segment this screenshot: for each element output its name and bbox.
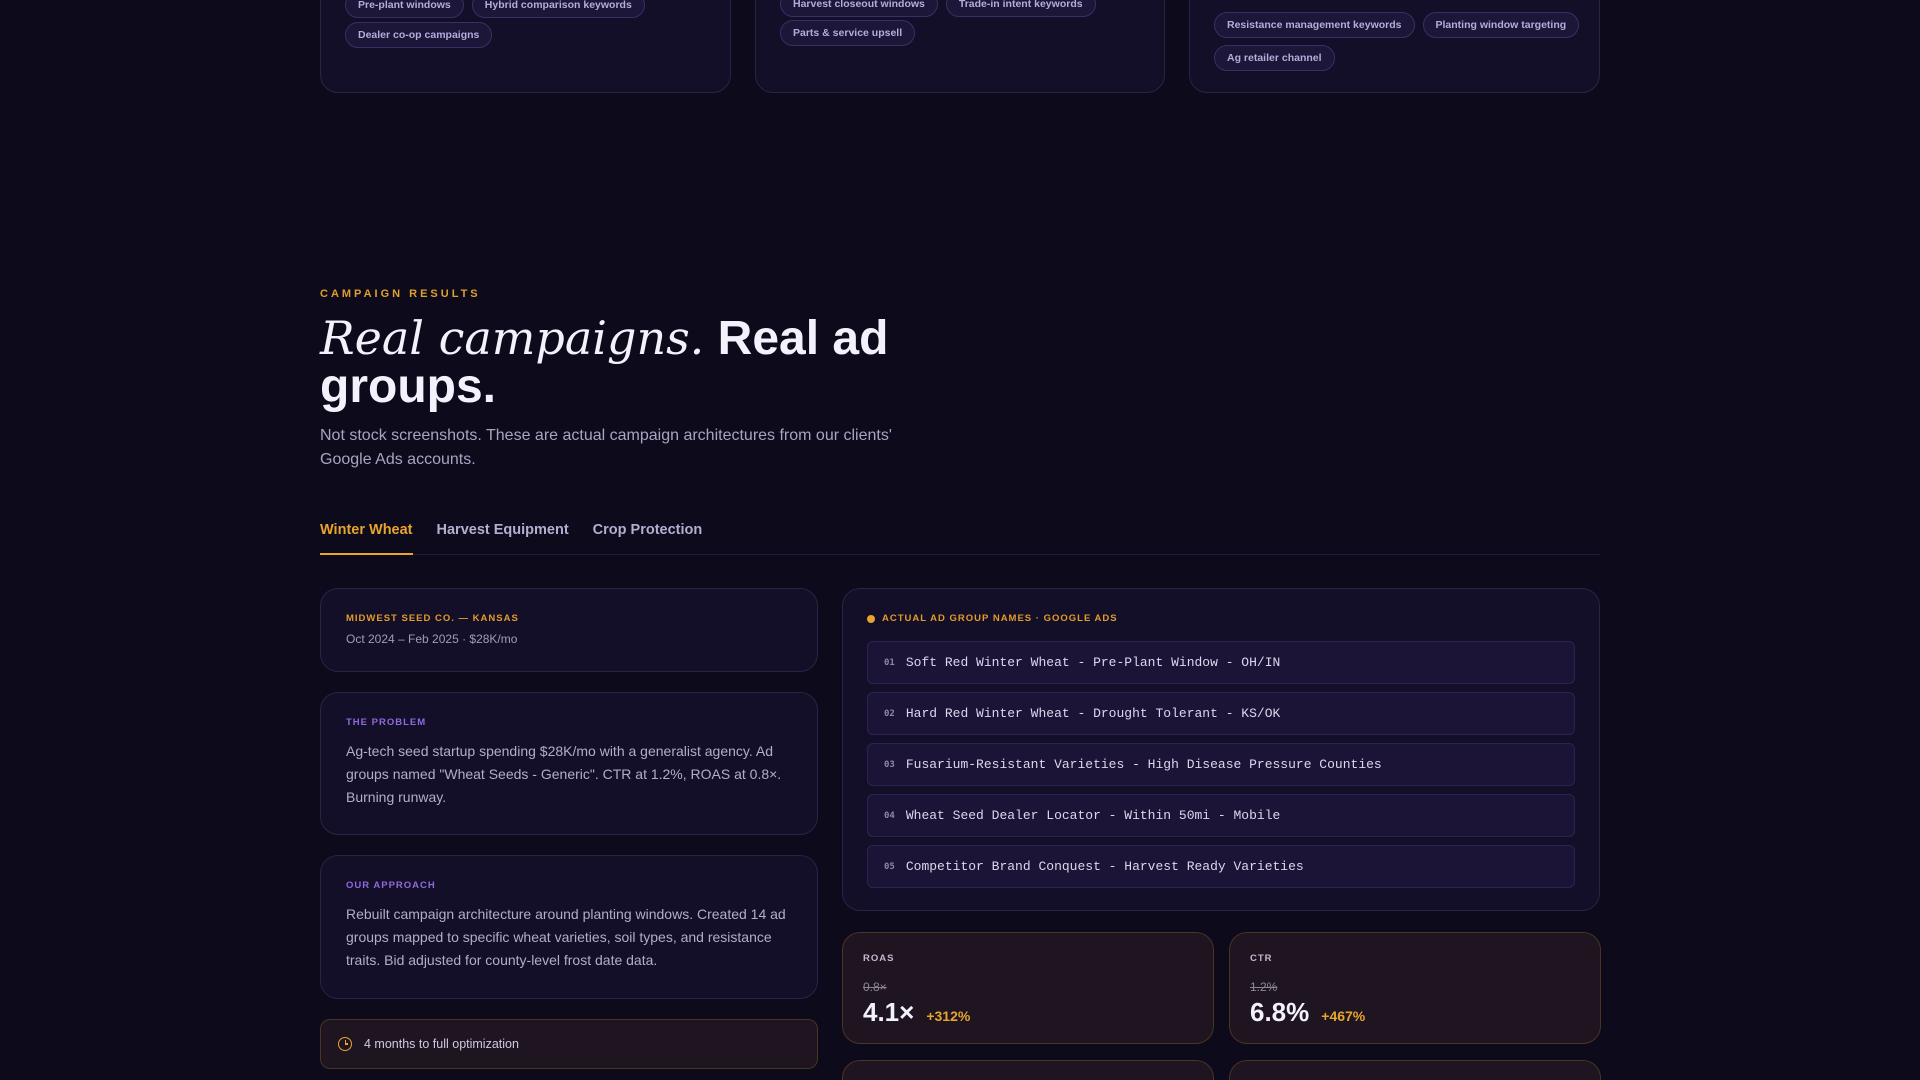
- client-card: MIDWEST SEED CO. — KANSAS Oct 2024 – Feb…: [320, 588, 818, 672]
- approach-label: OUR APPROACH: [346, 880, 436, 891]
- metric-delta: +467%: [1321, 1008, 1366, 1024]
- ad-group-number: 05: [884, 861, 895, 872]
- client-label: MIDWEST SEED CO. — KANSAS: [346, 613, 519, 624]
- status-dot-icon: [867, 614, 875, 623]
- approach-card: OUR APPROACH Rebuilt campaign architectu…: [320, 855, 818, 999]
- chip: Harvest closeout windows: [780, 0, 938, 17]
- clock-icon: [338, 1037, 352, 1051]
- ad-groups-header: ACTUAL AD GROUP NAMES · GOOGLE ADS: [867, 613, 1575, 624]
- list-item: 03 Fusarium-Resistant Varieties - High D…: [867, 743, 1575, 786]
- list-item: 02 Hard Red Winter Wheat - Drought Toler…: [867, 692, 1575, 735]
- approach-text: Rebuilt campaign architecture around pla…: [346, 906, 786, 968]
- feature-card-2: Harvest closeout windows Trade-in intent…: [755, 0, 1165, 93]
- ad-group-name: Wheat Seed Dealer Locator - Within 50mi …: [905, 808, 1281, 823]
- client-meta: Oct 2024 – Feb 2025 · $28K/mo: [346, 632, 518, 646]
- feature-card-1: Pre-plant windows Hybrid comparison keyw…: [320, 0, 731, 93]
- metric-label: CTR: [1250, 953, 1273, 964]
- tab-crop-protection[interactable]: Crop Protection: [593, 520, 703, 555]
- timeline-badge: 4 months to full optimization: [320, 1019, 818, 1069]
- metric-delta: +312%: [926, 1008, 971, 1024]
- metric-old-value: 0.8×: [863, 980, 887, 994]
- metric-card-4: [1229, 1060, 1601, 1080]
- tab-winter-wheat[interactable]: Winter Wheat: [320, 520, 413, 555]
- chip: Parts & service upsell: [780, 20, 916, 46]
- ad-group-name: Soft Red Winter Wheat - Pre-Plant Window…: [905, 655, 1281, 670]
- metric-card-3: [842, 1060, 1214, 1080]
- problem-text: Ag-tech seed startup spending $28K/mo wi…: [346, 743, 782, 805]
- metric-label: ROAS: [863, 953, 895, 964]
- chip: Pre-plant windows: [345, 0, 464, 18]
- case-study-tabs: Winter Wheat Harvest Equipment Crop Prot…: [320, 520, 1600, 555]
- timeline-text: 4 months to full optimization: [364, 1037, 519, 1051]
- section-headline: Real campaigns. Real ad groups.: [320, 314, 940, 411]
- chip: Hybrid comparison keywords: [471, 0, 645, 18]
- list-item: 01 Soft Red Winter Wheat - Pre-Plant Win…: [867, 641, 1575, 684]
- ad-group-number: 03: [884, 759, 895, 770]
- chip: Dealer co-op campaigns: [345, 22, 493, 48]
- chip: Resistance management keywords: [1214, 12, 1415, 38]
- ad-group-list: 01 Soft Red Winter Wheat - Pre-Plant Win…: [867, 641, 1575, 888]
- problem-card: THE PROBLEM Ag-tech seed startup spendin…: [320, 692, 818, 835]
- headline-italic: Real campaigns.: [320, 311, 705, 365]
- page: Pre-plant windows Hybrid comparison keyw…: [0, 0, 1920, 1080]
- metric-card-ctr: CTR 1.2% 6.8% +467%: [1229, 932, 1601, 1044]
- chip: Trade-in intent keywords: [945, 0, 1096, 17]
- ad-group-name: Competitor Brand Conquest - Harvest Read…: [905, 859, 1304, 874]
- section-subtext: Not stock screenshots. These are actual …: [320, 427, 892, 468]
- metric-card-roas: ROAS 0.8× 4.1× +312%: [842, 932, 1214, 1044]
- tab-harvest-equipment[interactable]: Harvest Equipment: [437, 520, 569, 555]
- ad-group-name: Fusarium-Resistant Varieties - High Dise…: [905, 757, 1382, 772]
- metric-value: 6.8%: [1250, 997, 1310, 1027]
- metric-value: 4.1×: [863, 997, 915, 1027]
- problem-label: THE PROBLEM: [346, 717, 427, 728]
- ad-groups-panel: ACTUAL AD GROUP NAMES · GOOGLE ADS 01 So…: [842, 588, 1600, 911]
- ad-group-number: 01: [884, 657, 895, 668]
- feature-card-3: Resistance management keywords Planting …: [1189, 0, 1600, 93]
- ad-group-number: 02: [884, 708, 895, 719]
- metric-old-value: 1.2%: [1250, 980, 1278, 994]
- ad-group-number: 04: [884, 810, 895, 821]
- ad-groups-title: ACTUAL AD GROUP NAMES · GOOGLE ADS: [882, 613, 1118, 624]
- list-item: 04 Wheat Seed Dealer Locator - Within 50…: [867, 794, 1575, 837]
- section-eyebrow: CAMPAIGN RESULTS: [320, 288, 481, 300]
- chip: Ag retailer channel: [1214, 45, 1335, 71]
- ad-group-name: Hard Red Winter Wheat - Drought Tolerant…: [905, 706, 1281, 721]
- list-item: 05 Competitor Brand Conquest - Harvest R…: [867, 845, 1575, 888]
- chip: Planting window targeting: [1422, 12, 1580, 38]
